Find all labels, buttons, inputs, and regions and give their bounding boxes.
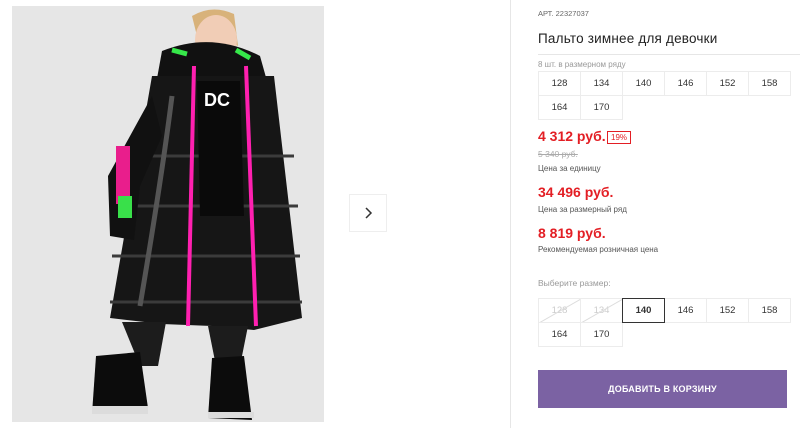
size-option-disabled: 134	[580, 298, 623, 323]
size-option[interactable]: 152	[706, 298, 749, 323]
svg-text:DC: DC	[204, 90, 230, 110]
retail-price: 8 819 руб.	[538, 225, 606, 241]
size-option[interactable]: 146	[664, 298, 707, 323]
unit-price-caption: Цена за единицу	[538, 164, 601, 173]
series-count-label: 8 шт. в размерном ряду	[538, 60, 626, 69]
retail-price-caption: Рекомендуемая розничная цена	[538, 245, 659, 254]
size-option-selected[interactable]: 140	[622, 298, 665, 323]
unit-price: 4 312 руб.	[538, 128, 606, 144]
series-size: 140	[622, 71, 665, 96]
coat-illustration: DC	[12, 6, 324, 422]
title-divider	[538, 54, 800, 55]
size-picker: 128 134 140 146 152 158 164 170	[538, 298, 791, 347]
series-size: 158	[748, 71, 791, 96]
strike-icon	[539, 299, 580, 322]
series-price-caption: Цена за размерный ряд	[538, 205, 627, 214]
old-price: 5 340 руб.	[538, 149, 578, 159]
article-number: АРТ. 22327037	[538, 9, 589, 18]
next-image-button[interactable]	[349, 194, 387, 232]
series-sizes-grid: 128 134 140 146 152 158 164 170	[538, 71, 791, 120]
discount-badge: 19%	[607, 131, 632, 144]
choose-size-label: Выберите размер:	[538, 278, 611, 288]
series-size: 146	[664, 71, 707, 96]
product-photo[interactable]: DC	[12, 6, 324, 422]
series-size: 128	[538, 71, 581, 96]
product-title: Пальто зимнее для девочки	[538, 31, 718, 46]
panel-divider	[510, 0, 511, 428]
series-size: 170	[580, 95, 623, 120]
series-size: 164	[538, 95, 581, 120]
series-size: 134	[580, 71, 623, 96]
size-option-disabled: 128	[538, 298, 581, 323]
series-price: 34 496 руб.	[538, 184, 614, 200]
size-option[interactable]: 164	[538, 322, 581, 347]
add-to-cart-button[interactable]: ДОБАВИТЬ В КОРЗИНУ	[538, 370, 787, 408]
product-gallery: DC	[0, 0, 510, 428]
chevron-right-icon	[365, 207, 373, 219]
series-size: 152	[706, 71, 749, 96]
size-option[interactable]: 170	[580, 322, 623, 347]
size-option[interactable]: 158	[748, 298, 791, 323]
strike-icon	[581, 299, 622, 322]
